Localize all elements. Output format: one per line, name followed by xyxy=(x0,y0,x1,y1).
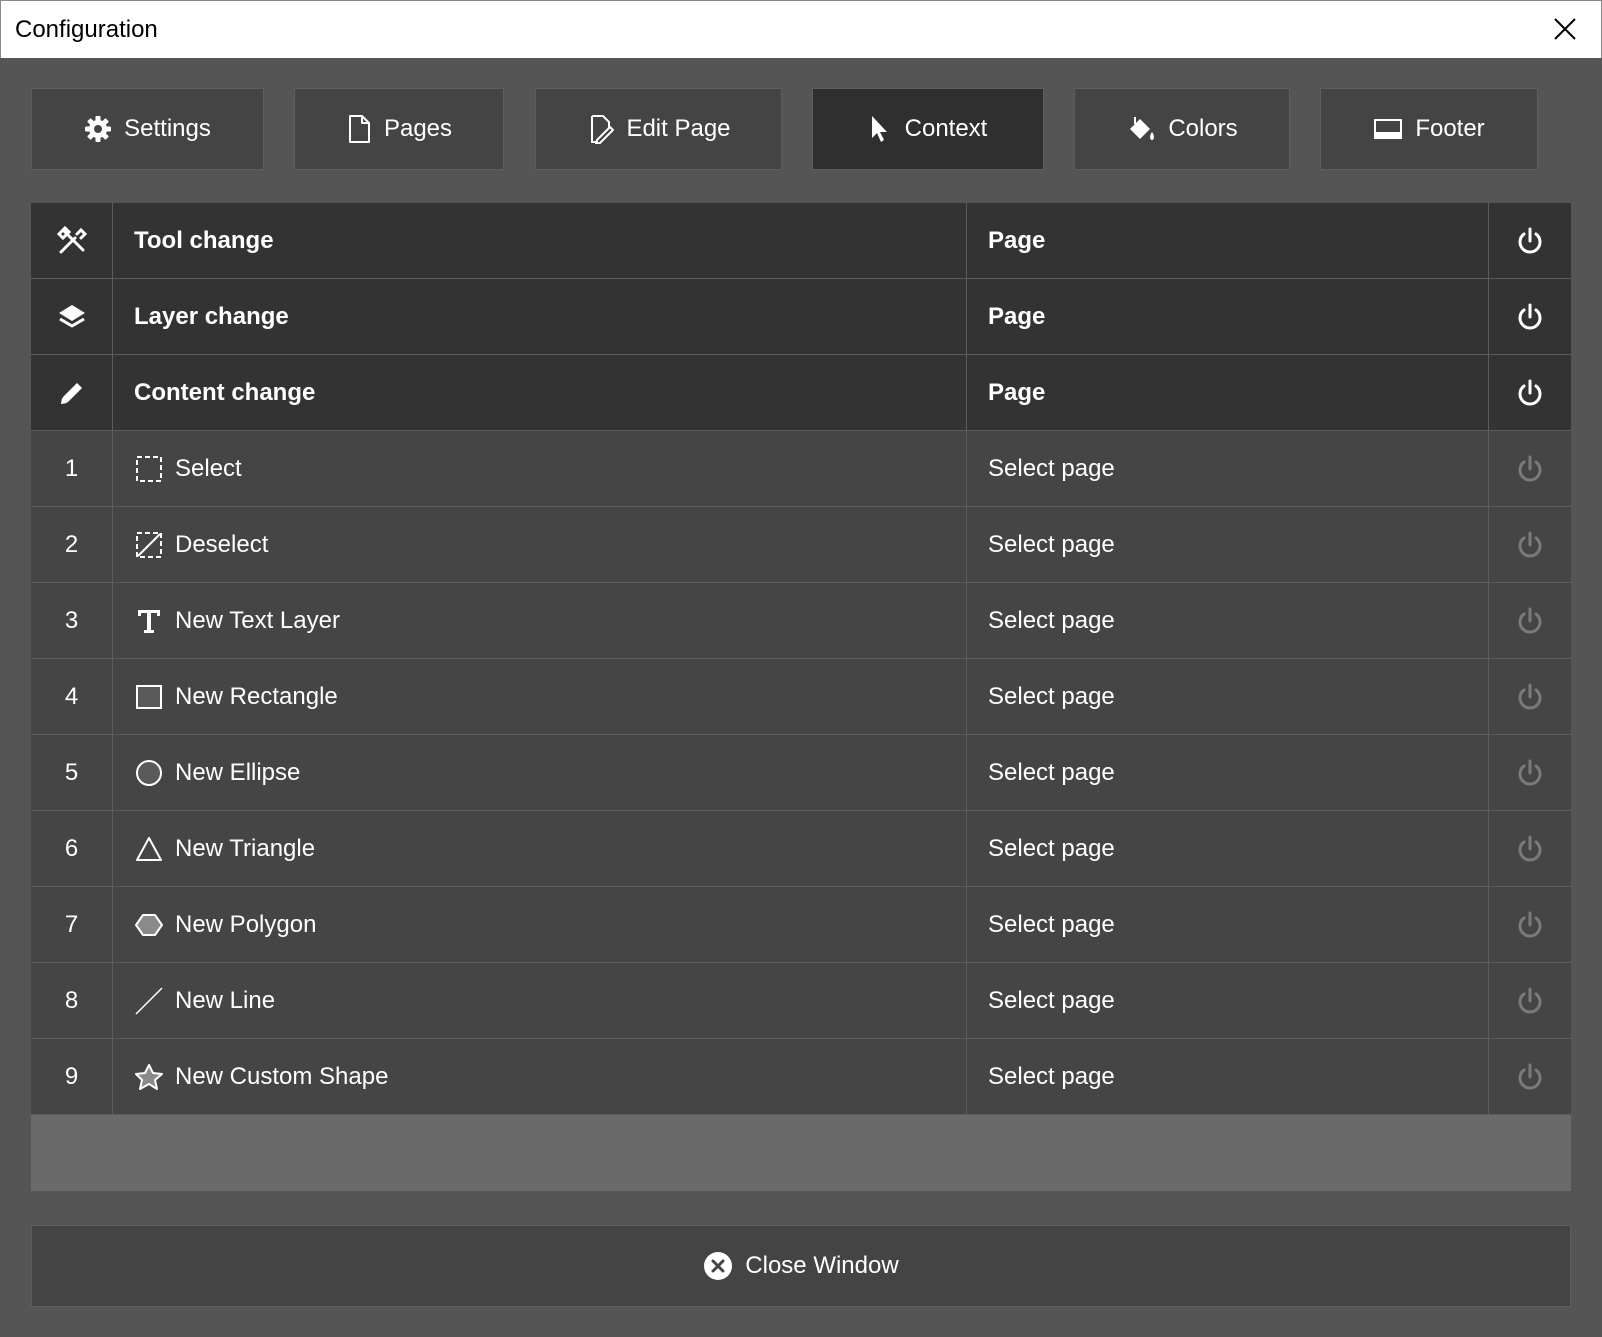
cursor-icon xyxy=(871,116,887,142)
edit-page-icon xyxy=(591,115,615,144)
page-selector[interactable]: Select page xyxy=(967,963,1489,1039)
tool-name: New Polygon xyxy=(175,910,317,938)
tool-name: Deselect xyxy=(175,530,269,558)
custom-shape-icon xyxy=(135,1063,163,1090)
close-window-label: Close Window xyxy=(745,1252,899,1279)
table-row: 8 New Line Select page xyxy=(31,963,1571,1039)
table-row: 3 New Text Layer Select page xyxy=(31,583,1571,659)
ellipse-icon xyxy=(136,759,162,786)
tab-colors[interactable]: Colors xyxy=(1074,88,1290,170)
tool-name: Select xyxy=(175,454,242,482)
close-circle-icon xyxy=(704,1252,733,1280)
table-row: 5 New Ellipse Select page xyxy=(31,735,1571,811)
row-index: 4 xyxy=(31,659,113,735)
table-row-content-change: Content change Page xyxy=(31,355,1571,431)
power-toggle-icon[interactable] xyxy=(1515,910,1545,940)
triangle-icon xyxy=(136,836,162,861)
tab-label: Pages xyxy=(383,115,453,142)
power-toggle-icon[interactable] xyxy=(1515,758,1545,788)
window-title: Configuration xyxy=(15,16,158,43)
context-name: Layer change xyxy=(113,279,967,355)
tool-name: New Ellipse xyxy=(175,758,301,786)
row-index: 1 xyxy=(31,431,113,507)
power-toggle-icon[interactable] xyxy=(1515,834,1545,864)
page-selector[interactable]: Select page xyxy=(967,1039,1489,1115)
page-selector[interactable]: Select page xyxy=(967,735,1489,811)
tools-icon xyxy=(56,225,87,253)
table-row: 6 New Triangle Select page xyxy=(31,811,1571,887)
tool-name: New Line xyxy=(175,986,276,1014)
context-name: Tool change xyxy=(113,203,967,279)
page-icon xyxy=(348,115,370,143)
context-table: Tool change Page Layer change Page Conte… xyxy=(31,203,1571,1191)
close-icon[interactable] xyxy=(1551,15,1579,43)
page-selector[interactable]: Select page xyxy=(967,583,1489,659)
power-toggle-icon[interactable] xyxy=(1515,454,1545,484)
close-window-button[interactable]: Close Window xyxy=(31,1225,1571,1307)
tab-label: Context xyxy=(904,115,988,142)
footer-icon xyxy=(1374,119,1403,139)
tab-label: Colors xyxy=(1168,115,1238,142)
deselect-icon xyxy=(136,531,162,558)
polygon-icon xyxy=(135,913,163,936)
table-row-layer-change: Layer change Page xyxy=(31,279,1571,355)
text-icon xyxy=(138,609,160,633)
rectangle-icon xyxy=(136,684,162,709)
row-index: 2 xyxy=(31,507,113,583)
tab-footer[interactable]: Footer xyxy=(1320,88,1538,170)
page-selector[interactable]: Page xyxy=(967,279,1489,355)
tab-edit-page[interactable]: Edit Page xyxy=(535,88,782,170)
page-selector[interactable]: Page xyxy=(967,203,1489,279)
power-toggle-icon[interactable] xyxy=(1515,226,1545,256)
row-index: 8 xyxy=(31,963,113,1039)
tool-name: New Custom Shape xyxy=(175,1062,389,1090)
table-row: 4 New Rectangle Select page xyxy=(31,659,1571,735)
row-index: 7 xyxy=(31,887,113,963)
tool-name: New Text Layer xyxy=(175,606,340,634)
power-toggle-icon[interactable] xyxy=(1515,302,1545,332)
page-selector[interactable]: Select page xyxy=(967,811,1489,887)
context-name: Content change xyxy=(113,355,967,431)
title-bar: Configuration xyxy=(0,0,1602,58)
page-selector[interactable]: Select page xyxy=(967,659,1489,735)
table-row: 7 New Polygon Select page xyxy=(31,887,1571,963)
tool-name: New Rectangle xyxy=(175,682,338,710)
tool-name: New Triangle xyxy=(175,834,316,862)
page-selector[interactable]: Select page xyxy=(967,887,1489,963)
table-row: 9 New Custom Shape Select page xyxy=(31,1039,1571,1115)
power-toggle-icon[interactable] xyxy=(1515,682,1545,712)
power-toggle-icon[interactable] xyxy=(1515,1062,1545,1092)
row-index: 5 xyxy=(31,735,113,811)
tab-pages[interactable]: Pages xyxy=(294,88,504,170)
select-icon xyxy=(136,455,162,482)
page-selector[interactable]: Page xyxy=(967,355,1489,431)
tab-settings[interactable]: Settings xyxy=(31,88,264,170)
page-selector[interactable]: Select page xyxy=(967,431,1489,507)
tab-label: Settings xyxy=(124,115,211,142)
page-selector[interactable]: Select page xyxy=(967,507,1489,583)
row-index: 6 xyxy=(31,811,113,887)
row-index: 9 xyxy=(31,1039,113,1115)
line-icon xyxy=(135,986,163,1015)
tab-context[interactable]: Context xyxy=(812,88,1044,170)
power-toggle-icon[interactable] xyxy=(1515,378,1545,408)
layers-icon xyxy=(58,304,85,327)
pencil-icon xyxy=(60,382,82,404)
power-toggle-icon[interactable] xyxy=(1515,606,1545,636)
power-toggle-icon[interactable] xyxy=(1515,986,1545,1016)
paint-bucket-icon xyxy=(1130,117,1155,140)
tab-label: Edit Page xyxy=(626,115,731,142)
gear-icon xyxy=(85,116,112,142)
table-row-tool-change: Tool change Page xyxy=(31,203,1571,279)
power-toggle-icon[interactable] xyxy=(1515,530,1545,560)
table-row: 2 Deselect Select page xyxy=(31,507,1571,583)
row-index: 3 xyxy=(31,583,113,659)
table-row: 1 Select Select page xyxy=(31,431,1571,507)
tab-label: Footer xyxy=(1415,115,1485,142)
